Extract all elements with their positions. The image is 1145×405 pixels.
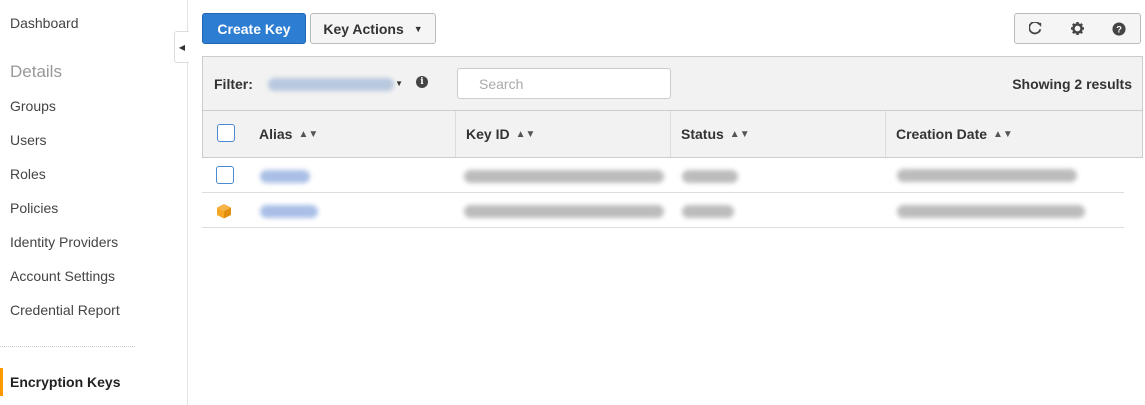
redacted-status [682, 205, 734, 218]
sort-icon: ▲▼ [515, 128, 536, 140]
results-count: Showing 2 results [1012, 76, 1132, 92]
sidebar-item-users[interactable]: Users [10, 132, 47, 148]
svg-text:?: ? [1116, 24, 1122, 35]
aws-managed-key-icon [217, 204, 231, 219]
sidebar-item-account-settings[interactable]: Account Settings [10, 268, 115, 284]
refresh-button[interactable] [1014, 13, 1057, 44]
refresh-icon [1029, 22, 1042, 35]
column-label: Alias [259, 126, 293, 142]
redacted-region [268, 78, 394, 91]
redacted-key-id [464, 170, 664, 183]
sidebar-item-label: Encryption Keys [10, 374, 121, 390]
sidebar-collapse-button[interactable]: ◀ [174, 31, 189, 63]
sort-icon: ▲▼ [298, 128, 319, 140]
sidebar-item-credential-report[interactable]: Credential Report [10, 302, 120, 318]
column-header-key-id[interactable]: Key ID ▲▼ [455, 111, 670, 157]
region-filter-select[interactable]: ▼ [268, 75, 403, 93]
active-indicator [0, 368, 3, 396]
sidebar-item-policies[interactable]: Policies [10, 200, 58, 216]
caret-left-icon: ◀ [178, 42, 186, 52]
column-header-status[interactable]: Status ▲▼ [670, 111, 885, 157]
help-icon: ? [1112, 21, 1126, 36]
redacted-alias-link[interactable] [260, 170, 310, 183]
sidebar: Dashboard Details Groups Users Roles Pol… [0, 0, 188, 405]
filter-bar: Filter: ▼ i Showing 2 results [203, 57, 1142, 111]
caret-down-icon: ▼ [413, 23, 423, 34]
sort-icon: ▲▼ [729, 128, 750, 140]
redacted-key-id [464, 205, 664, 218]
key-actions-label: Key Actions [323, 20, 404, 37]
sidebar-heading-details: Details [10, 62, 62, 81]
table-header: Alias ▲▼ Key ID ▲▼ Status ▲▼ Creation Date ▲… [203, 111, 1142, 157]
column-label: Status [681, 126, 724, 142]
sidebar-item-groups[interactable]: Groups [10, 98, 56, 114]
select-all-checkbox[interactable] [217, 124, 235, 142]
sidebar-divider [0, 346, 135, 347]
redacted-creation-date [897, 205, 1085, 218]
redacted-creation-date [897, 169, 1077, 182]
help-button[interactable]: ? [1098, 13, 1141, 44]
sidebar-item-encryption-keys[interactable]: Encryption Keys [0, 368, 188, 396]
row-checkbox[interactable] [216, 166, 234, 184]
caret-down-icon: ▼ [395, 79, 403, 88]
redacted-alias-link[interactable] [260, 205, 318, 218]
column-header-creation-date[interactable]: Creation Date ▲▼ [885, 111, 1142, 157]
column-label: Key ID [466, 126, 510, 142]
sidebar-item-identity-providers[interactable]: Identity Providers [10, 234, 118, 250]
table-row[interactable] [202, 193, 1124, 228]
key-actions-dropdown[interactable]: Key Actions ▼ [310, 13, 436, 44]
sort-icon: ▲▼ [993, 128, 1013, 140]
redacted-status [682, 170, 738, 183]
table-row[interactable] [202, 158, 1124, 193]
search-input[interactable] [457, 68, 671, 99]
create-key-button[interactable]: Create Key [202, 13, 306, 44]
gear-icon [1070, 22, 1084, 35]
column-label: Creation Date [896, 126, 988, 142]
filter-label: Filter: [214, 76, 253, 92]
sidebar-item-roles[interactable]: Roles [10, 166, 46, 182]
sidebar-item-dashboard[interactable]: Dashboard [10, 15, 79, 31]
settings-button[interactable] [1056, 13, 1099, 44]
column-header-alias[interactable]: Alias ▲▼ [249, 111, 455, 157]
info-icon[interactable]: i [416, 76, 428, 88]
keys-table: Filter: ▼ i Showing 2 results Alias ▲▼ Ke… [202, 56, 1143, 158]
